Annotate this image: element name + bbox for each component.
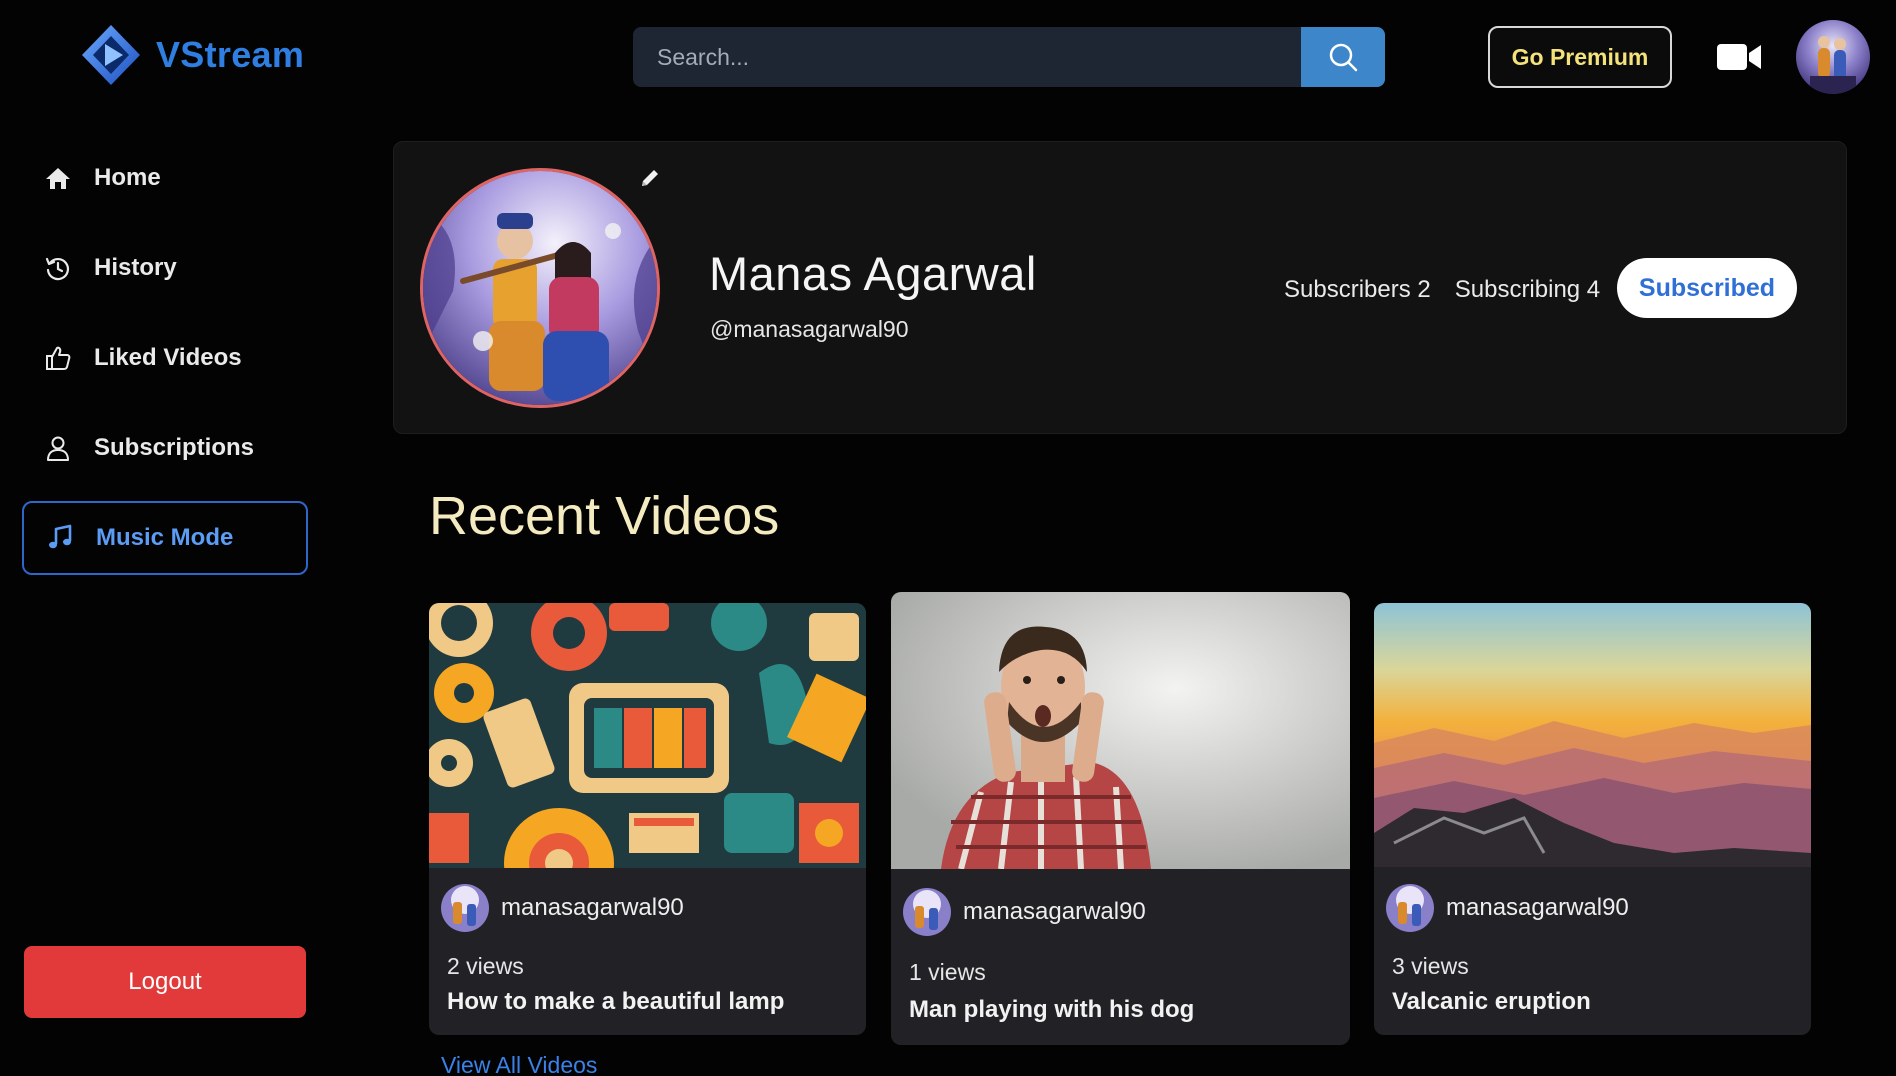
user-avatar[interactable] xyxy=(1796,20,1870,94)
subscribers-count: Subscribers 2 xyxy=(1284,276,1431,303)
channel-avatar-image xyxy=(1386,884,1434,932)
channel-avatar[interactable] xyxy=(441,884,489,932)
profile-handle: @manasagarwal90 xyxy=(710,316,909,342)
history-icon xyxy=(45,257,70,281)
profile-card: Manas Agarwal @manasagarwal90 Subscriber… xyxy=(393,141,1847,434)
app-name: VStream xyxy=(156,34,305,75)
channel-avatar[interactable] xyxy=(1386,884,1434,932)
sidebar-item-music-mode[interactable]: Music Mode xyxy=(22,501,308,575)
channel-avatar-image xyxy=(441,884,489,932)
sidebar-item-home[interactable]: Home xyxy=(22,141,308,215)
thumbnail-man-surprised xyxy=(891,592,1350,869)
sidebar-item-subscriptions[interactable]: Subscriptions xyxy=(22,411,308,485)
video-views: 2 views xyxy=(447,953,524,979)
profile-avatar[interactable] xyxy=(420,168,660,408)
sidebar-item-history[interactable]: History xyxy=(22,231,308,305)
go-premium-button[interactable]: Go Premium xyxy=(1488,26,1672,88)
thumbnail-retro-pattern xyxy=(429,603,866,868)
search-icon xyxy=(1329,43,1358,72)
video-camera-icon[interactable] xyxy=(1716,40,1762,74)
logout-button[interactable]: Logout xyxy=(24,946,306,1018)
video-card[interactable]: manasagarwal90 3 views Valcanic eruption xyxy=(1374,603,1811,1035)
sidebar-item-label: Liked Videos xyxy=(94,344,242,371)
vstream-logo-icon xyxy=(82,25,140,85)
profile-name: Manas Agarwal xyxy=(709,247,1037,300)
search-button[interactable] xyxy=(1301,27,1385,87)
sidebar-item-label: Home xyxy=(94,164,161,191)
channel-name: manasagarwal90 xyxy=(501,894,684,921)
thumbnail-mountain-sunset xyxy=(1374,603,1811,867)
channel-info[interactable]: manasagarwal90 xyxy=(1386,884,1629,932)
music-note-icon xyxy=(49,524,72,549)
sidebar-item-label: Subscriptions xyxy=(94,434,255,461)
app-root: VStream Go Premium xyxy=(0,0,1896,1076)
video-card[interactable]: manasagarwal90 2 views How to make a bea… xyxy=(429,603,866,1035)
video-title[interactable]: How to make a beautiful lamp xyxy=(447,988,784,1016)
channel-avatar[interactable] xyxy=(903,888,951,936)
profile-avatar-image xyxy=(423,171,657,405)
video-thumbnail[interactable] xyxy=(1374,603,1811,867)
search-input[interactable] xyxy=(633,27,1301,87)
app-logo[interactable]: VStream xyxy=(78,22,304,88)
video-title[interactable]: Man playing with his dog xyxy=(909,996,1194,1024)
avatar-image xyxy=(1796,20,1870,94)
sidebar-item-label: Music Mode xyxy=(96,524,234,551)
video-card[interactable]: manasagarwal90 1 views Man playing with … xyxy=(891,592,1350,1045)
video-thumbnail[interactable] xyxy=(429,603,866,868)
channel-name: manasagarwal90 xyxy=(963,898,1146,925)
video-views: 3 views xyxy=(1392,953,1469,979)
section-title: Recent Videos xyxy=(429,486,780,546)
thumbs-up-icon xyxy=(46,346,71,370)
pencil-icon[interactable] xyxy=(638,166,662,190)
video-views: 1 views xyxy=(909,959,986,985)
profile-stats: Subscribers 2 Subscribing 4 xyxy=(1284,276,1600,304)
video-thumbnail[interactable] xyxy=(891,592,1350,869)
sidebar-item-liked-videos[interactable]: Liked Videos xyxy=(22,321,308,395)
search-bar xyxy=(633,27,1385,87)
channel-info[interactable]: manasagarwal90 xyxy=(903,888,1146,936)
subscribing-count: Subscribing 4 xyxy=(1454,276,1601,303)
subscribe-button[interactable]: Subscribed xyxy=(1617,258,1797,318)
channel-info[interactable]: manasagarwal90 xyxy=(441,884,684,932)
channel-avatar-image xyxy=(903,888,951,936)
video-title[interactable]: Valcanic eruption xyxy=(1392,988,1591,1016)
home-icon xyxy=(46,168,70,189)
sidebar-item-label: History xyxy=(94,254,177,281)
channel-name: manasagarwal90 xyxy=(1446,894,1629,921)
user-icon xyxy=(47,436,69,461)
view-all-videos-link[interactable]: View All Videos xyxy=(441,1052,597,1076)
